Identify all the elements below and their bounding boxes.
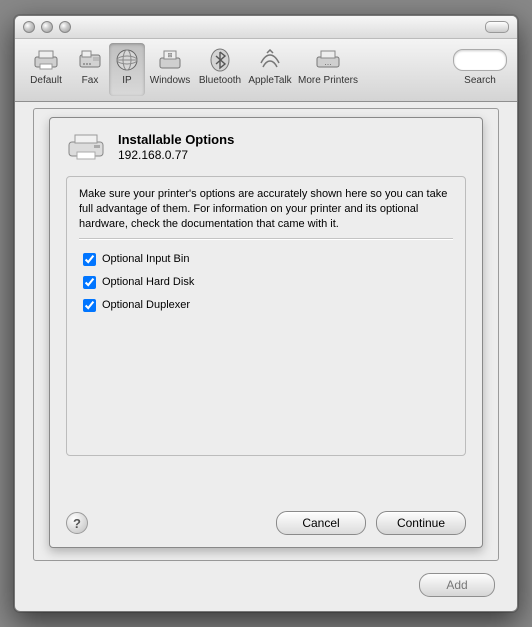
option-label: Optional Input Bin xyxy=(102,253,189,265)
svg-text:⊞: ⊞ xyxy=(167,53,172,59)
help-button[interactable]: ? xyxy=(66,512,88,534)
zoom-window-button[interactable] xyxy=(59,21,71,33)
toolbar-fax[interactable]: Fax xyxy=(71,43,109,96)
printer-icon xyxy=(66,132,106,162)
toolbar: Default Fax IP ⊞ Windows Bluetooth xyxy=(15,39,517,102)
toolbar-label: Fax xyxy=(82,75,99,86)
help-glyph: ? xyxy=(73,516,81,531)
bluetooth-icon xyxy=(206,46,234,74)
sheet-header: Installable Options 192.168.0.77 xyxy=(66,132,466,162)
svg-text:…: … xyxy=(324,58,332,67)
toolbar-label: More Printers xyxy=(298,75,358,86)
content-pane: Installable Options 192.168.0.77 Make su… xyxy=(33,108,499,561)
toolbar-bluetooth[interactable]: Bluetooth xyxy=(195,43,245,96)
toolbar-toggle-button[interactable] xyxy=(485,21,509,33)
sheet-button-row: ? Cancel Continue xyxy=(66,511,466,535)
installable-options-sheet: Installable Options 192.168.0.77 Make su… xyxy=(49,117,483,548)
close-window-button[interactable] xyxy=(23,21,35,33)
footer-row: Add xyxy=(419,573,495,597)
sheet-title: Installable Options xyxy=(118,132,234,147)
window-controls xyxy=(23,21,71,33)
add-printer-window: Default Fax IP ⊞ Windows Bluetooth xyxy=(14,15,518,612)
cancel-button[interactable]: Cancel xyxy=(276,511,366,535)
toolbar-search: Search xyxy=(449,43,511,86)
toolbar-label: Windows xyxy=(150,75,191,86)
instructions-text: Make sure your printer's options are acc… xyxy=(79,187,453,232)
printer-icon xyxy=(32,46,60,74)
toolbar-appletalk[interactable]: AppleTalk xyxy=(245,43,295,96)
fax-icon xyxy=(76,46,104,74)
divider xyxy=(79,238,453,239)
minimize-window-button[interactable] xyxy=(41,21,53,33)
titlebar xyxy=(15,16,517,39)
toolbar-windows[interactable]: ⊞ Windows xyxy=(145,43,195,96)
toolbar-label: IP xyxy=(122,75,131,86)
cancel-label: Cancel xyxy=(302,516,339,530)
toolbar-more-printers[interactable]: … More Printers xyxy=(295,43,361,96)
continue-button[interactable]: Continue xyxy=(376,511,466,535)
option-duplexer[interactable]: Optional Duplexer xyxy=(83,299,453,312)
continue-label: Continue xyxy=(397,516,445,530)
windows-printer-icon: ⊞ xyxy=(156,46,184,74)
option-input-bin[interactable]: Optional Input Bin xyxy=(83,253,453,266)
option-label: Optional Hard Disk xyxy=(102,276,194,288)
toolbar-label: AppleTalk xyxy=(248,75,291,86)
options-group: Make sure your printer's options are acc… xyxy=(66,176,466,456)
search-input[interactable] xyxy=(453,49,507,71)
toolbar-label: Default xyxy=(30,75,62,86)
globe-icon xyxy=(113,46,141,74)
add-button[interactable]: Add xyxy=(419,573,495,597)
sheet-subtitle: 192.168.0.77 xyxy=(118,148,234,162)
option-input-bin-checkbox[interactable] xyxy=(83,253,96,266)
more-printers-icon: … xyxy=(314,46,342,74)
option-hard-disk[interactable]: Optional Hard Disk xyxy=(83,276,453,289)
add-label: Add xyxy=(446,578,467,592)
toolbar-label: Bluetooth xyxy=(199,75,241,86)
option-hard-disk-checkbox[interactable] xyxy=(83,276,96,289)
search-label: Search xyxy=(464,75,496,86)
toolbar-default[interactable]: Default xyxy=(21,43,71,96)
option-duplexer-checkbox[interactable] xyxy=(83,299,96,312)
option-label: Optional Duplexer xyxy=(102,299,190,311)
appletalk-icon xyxy=(256,46,284,74)
toolbar-ip[interactable]: IP xyxy=(109,43,145,96)
